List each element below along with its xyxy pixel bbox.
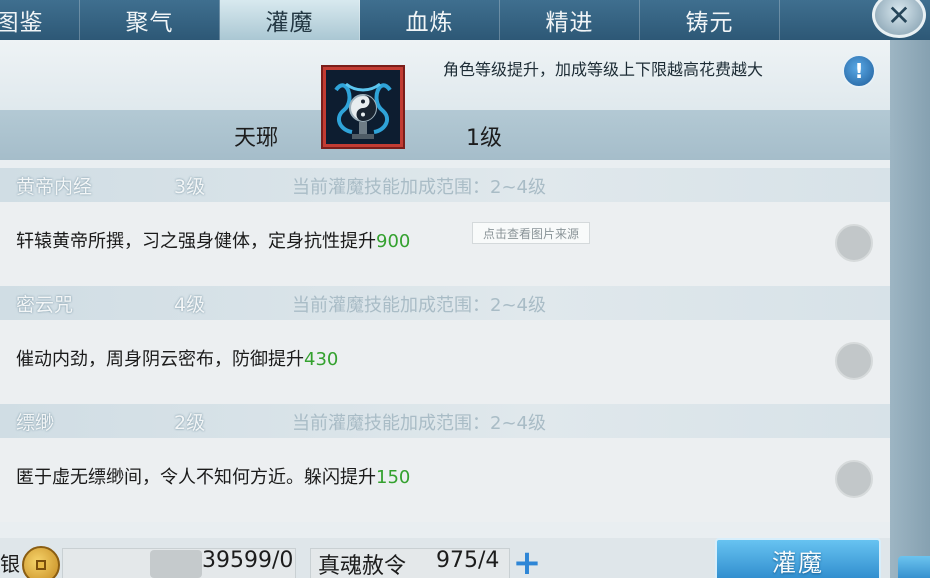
row-description: 催动内劲，周身阴云密布，防御提升430 (16, 345, 338, 371)
row-skill-name: 缥缈 (16, 412, 55, 434)
edge-button[interactable] (898, 556, 930, 578)
tab-jingjin[interactable]: 精进 (500, 0, 640, 40)
add-token-button[interactable]: + (512, 546, 542, 578)
exclamation-icon: ! (854, 59, 864, 83)
row-skill-name: 密云咒 (16, 294, 74, 316)
tab-juqi[interactable]: 聚气 (80, 0, 220, 40)
select-radio[interactable] (835, 342, 873, 380)
select-radio[interactable] (835, 224, 873, 262)
row-desc-text: 催动内劲，周身阴云密布，防御提升 (16, 349, 304, 370)
money-amount: 39599/0 (202, 548, 294, 573)
tab-guanmo[interactable]: 灌魔 (220, 0, 360, 40)
row-desc-text: 匿于虚无缥缈间，令人不知何方近。躲闪提升 (16, 467, 376, 488)
guanmo-button[interactable]: 灌魔 (715, 538, 881, 578)
coin-hole (36, 560, 46, 570)
row-skill-level: 2级 (174, 412, 206, 434)
row-range-text: 当前灌魔技能加成范围：2~4级 (292, 295, 546, 316)
tab-label: 聚气 (125, 10, 174, 36)
plus-icon: + (512, 543, 542, 578)
row-bonus-value: 430 (304, 349, 339, 370)
skill-header: 角色等级提升，加成等级上下限越高花费越大 ! 天琊 1级 (0, 40, 890, 160)
skill-name: 天琊 (234, 126, 279, 151)
level-hint-text: 角色等级提升，加成等级上下限越高花费越大 (443, 60, 764, 79)
taiji-sword-icon (326, 70, 400, 144)
side-scroll-track (890, 40, 930, 578)
row-description: 匿于虚无缥缈间，令人不知何方近。躲闪提升150 (16, 463, 410, 489)
skill-row-body[interactable]: 匿于虚无缥缈间，令人不知何方近。躲闪提升150 (0, 438, 890, 522)
tab-label: 铸元 (685, 10, 734, 36)
guanmo-button-label: 灌魔 (772, 548, 824, 577)
row-skill-level: 4级 (174, 294, 206, 316)
row-bonus-value: 900 (376, 231, 411, 252)
skill-row-header: 密云咒 4级 当前灌魔技能加成范围：2~4级 (0, 286, 890, 320)
tab-tujian[interactable]: 图鉴 (0, 0, 80, 40)
tab-label: 血炼 (405, 10, 454, 36)
tab-bar: 图鉴 聚气 灌魔 血炼 精进 铸元 (0, 0, 930, 40)
soul-token-label: 真魂赦令 (318, 554, 407, 578)
row-bonus-value: 150 (376, 467, 411, 488)
tab-xuelian[interactable]: 血炼 (360, 0, 500, 40)
row-skill-name: 黄帝内经 (16, 176, 93, 198)
select-radio[interactable] (835, 460, 873, 498)
row-range-text: 当前灌魔技能加成范围：2~4级 (292, 177, 546, 198)
skill-icon[interactable] (323, 67, 403, 147)
header-band (0, 110, 890, 160)
watermark-overlay: 点击查看图片来源 (472, 222, 590, 244)
skill-row-body[interactable]: 催动内劲，周身阴云密布，防御提升430 (0, 320, 890, 404)
row-skill-level: 3级 (174, 176, 206, 198)
row-desc-text: 轩辕黄帝所撰，习之强身健体，定身抗性提升 (16, 231, 376, 252)
row-description: 轩辕黄帝所撰，习之强身健体，定身抗性提升900 (16, 227, 410, 253)
coin-icon (22, 546, 60, 578)
skill-row-header: 黄帝内经 3级 当前灌魔技能加成范围：2~4级 (0, 168, 890, 202)
tab-label: 图鉴 (0, 10, 44, 36)
tab-label: 精进 (545, 10, 594, 36)
skill-row-body[interactable]: 轩辕黄帝所撰，习之强身健体，定身抗性提升900 (0, 202, 890, 286)
tab-label: 灌魔 (265, 10, 314, 36)
money-blur (150, 550, 202, 578)
row-range-text: 当前灌魔技能加成范围：2~4级 (292, 413, 546, 434)
currency-label: 银 (0, 552, 20, 576)
skill-level: 1级 (466, 126, 502, 151)
skill-row-header: 缥缈 2级 当前灌魔技能加成范围：2~4级 (0, 404, 890, 438)
close-icon: ✕ (887, 0, 911, 32)
info-button[interactable]: ! (842, 54, 876, 88)
soul-token-count: 975/4 (436, 548, 500, 573)
tab-zhuyuan[interactable]: 铸元 (640, 0, 780, 40)
